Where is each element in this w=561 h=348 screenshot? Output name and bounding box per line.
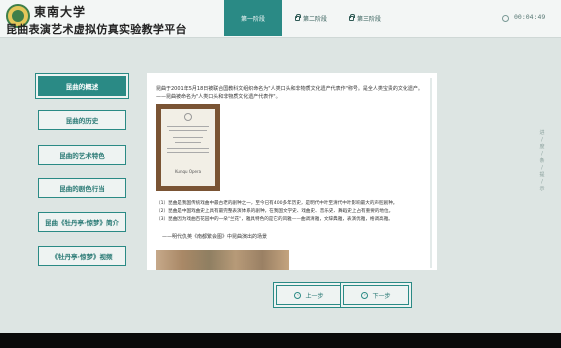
tab-label: 第一阶段	[240, 15, 265, 23]
arrow-left-icon: ‹	[294, 291, 302, 299]
sidebar-item-label: 昆曲的概述	[65, 83, 99, 91]
seal-icon	[184, 113, 192, 121]
arrow-right-icon: ›	[361, 291, 369, 299]
painting-caption: ——明代仇英《南都繁会图》中昆曲演出的场景	[162, 234, 268, 240]
platform-title: 昆曲表演艺术虚拟仿真实验教学平台	[6, 23, 187, 36]
next-step-button[interactable]: › 下一步	[343, 285, 409, 305]
sidebar-item-overview[interactable]: 昆曲的概述	[38, 76, 126, 96]
painting-image	[156, 250, 289, 270]
sidebar-item-art-features[interactable]: 昆曲的艺术特色	[38, 145, 126, 165]
vertical-progress-text: 进 / 度 / 条 / 提 / 示	[539, 130, 545, 192]
sidebar-item-label: 昆曲的历史	[65, 117, 99, 125]
header: 東南大学 昆曲表演艺术虚拟仿真实验教学平台 第一阶段 第二阶段 第三阶段 00:…	[0, 0, 561, 38]
certificate-title: Kunqu Opera	[175, 169, 202, 174]
sidebar-item-label: 昆曲的艺术特色	[59, 152, 105, 160]
timer: 00:04:49	[514, 13, 546, 21]
prev-step-label: 上一步	[305, 292, 324, 300]
content-panel: 昆曲于2001年5月18日被联合国教科文组织命名为"人类口头和非物质文化遗产代表…	[147, 73, 437, 270]
point-2: （2）昆曲是中国戏曲史上具有最完整表演体系的剧种，在我国文学史、戏曲史、音乐史、…	[156, 209, 394, 214]
tab-stage-1[interactable]: 第一阶段	[224, 0, 282, 36]
tab-label: 第三阶段	[356, 15, 381, 23]
point-1: （1）昆曲是我国传统戏曲中最古老的剧种之一，至今已有400多年历史，是明代中叶至…	[156, 201, 398, 206]
tab-stage-3[interactable]: 第三阶段	[336, 0, 394, 36]
sidebar-item-label: 昆曲的剧色行当	[59, 185, 105, 193]
sidebar-item-peony-pavilion-video[interactable]: 《牡丹亭·惊梦》视频	[38, 246, 126, 266]
sidebar-item-role-types[interactable]: 昆曲的剧色行当	[38, 178, 126, 198]
tab-label: 第二阶段	[302, 15, 327, 23]
intro-text: 昆曲于2001年5月18日被联合国教科文组织命名为"人类口头和非物质文化遗产代表…	[156, 86, 423, 92]
unesco-certificate-image: Kunqu Opera	[156, 104, 220, 191]
intro-caption: ——昆曲被命名为"人类口头和非物质文化遗产代表作"。	[156, 94, 281, 100]
point-3: （3）昆曲因为戏曲百花园中的一朵"兰花"，雅具特色的是它的风雅——曲调清雅，文辞…	[156, 217, 393, 222]
app-window: 東南大学 昆曲表演艺术虚拟仿真实验教学平台 第一阶段 第二阶段 第三阶段 00:…	[0, 0, 561, 333]
lock-icon	[348, 13, 355, 21]
tab-stage-2[interactable]: 第二阶段	[282, 0, 340, 36]
next-step-label: 下一步	[372, 292, 391, 300]
content-scrollbar[interactable]	[430, 78, 432, 268]
prev-step-button[interactable]: ‹ 上一步	[276, 285, 342, 305]
sidebar-item-peony-pavilion-intro[interactable]: 昆曲《牡丹亭·惊梦》简介	[38, 212, 126, 232]
lock-icon	[294, 13, 301, 21]
sidebar-item-label: 昆曲《牡丹亭·惊梦》简介	[45, 219, 119, 227]
sidebar-item-history[interactable]: 昆曲的历史	[38, 110, 126, 130]
sidebar-item-label: 《牡丹亭·惊梦》视频	[51, 253, 113, 261]
school-name: 東南大学	[34, 5, 87, 19]
clock-icon	[502, 15, 509, 22]
bottom-bar	[0, 333, 561, 348]
